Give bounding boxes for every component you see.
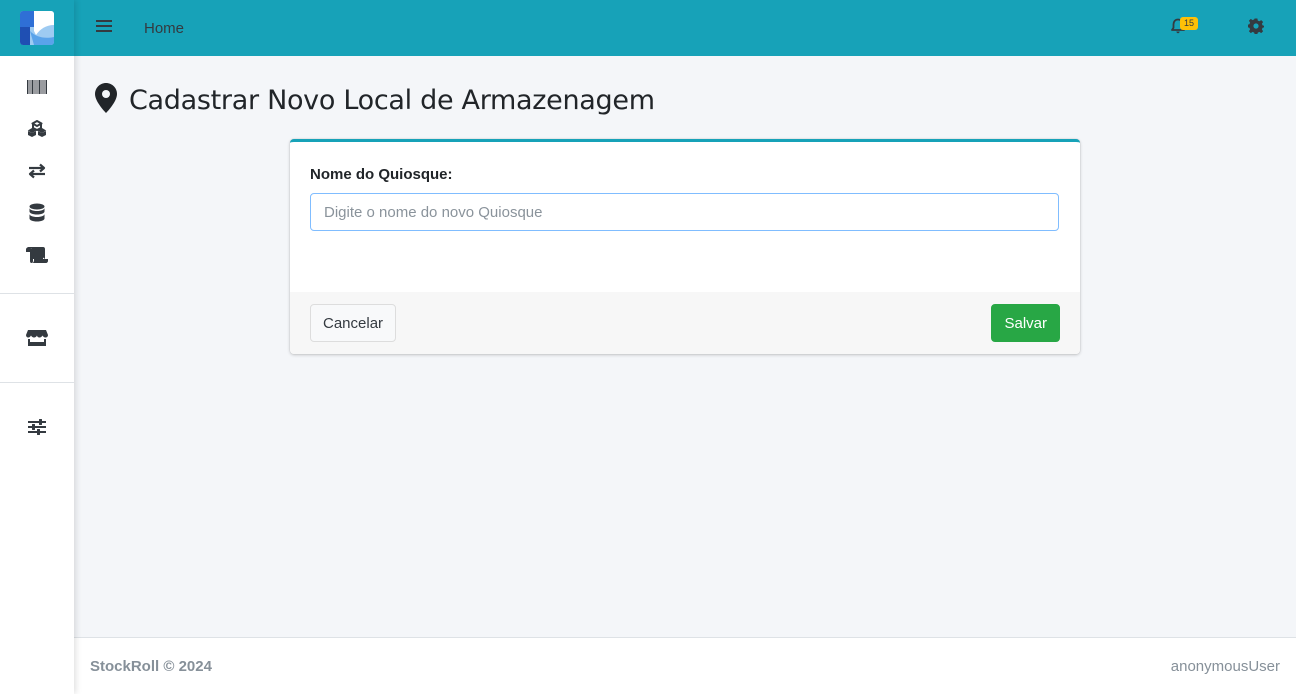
map-marker-icon [95, 83, 117, 118]
main-content: Cadastrar Novo Local de Armazenagem Nome… [74, 56, 1296, 637]
sidebar-item-cubes[interactable] [0, 108, 74, 150]
sidebar-item-store[interactable] [0, 317, 74, 359]
notifications-button[interactable]: 15 [1153, 0, 1203, 56]
topbar: Home 15 [74, 0, 1296, 56]
card-footer: Cancelar Salvar [290, 292, 1080, 354]
cubes-icon [27, 120, 47, 138]
sidebar-item-exchange[interactable] [0, 150, 74, 192]
footer: StockRoll © 2024 anonymousUser [74, 637, 1296, 694]
card-body: Nome do Quiosque: [290, 142, 1080, 292]
app-logo[interactable] [20, 11, 54, 45]
notifications-badge: 15 [1180, 17, 1199, 30]
home-link[interactable]: Home [144, 20, 184, 37]
kiosk-name-label: Nome do Quiosque: [310, 166, 453, 183]
topbar-actions: 15 [1153, 0, 1296, 56]
kiosk-name-input[interactable] [310, 193, 1059, 231]
form-card: Nome do Quiosque: Cancelar Salvar [290, 139, 1080, 354]
sidebar-item-barcode[interactable] [0, 66, 74, 108]
barcode-icon [27, 79, 47, 95]
page-header: Cadastrar Novo Local de Armazenagem [74, 56, 1296, 118]
cancel-button[interactable]: Cancelar [310, 304, 397, 342]
sidebar [0, 0, 74, 694]
menu-toggle-button[interactable] [74, 0, 134, 56]
store-icon [26, 329, 48, 347]
sliders-icon [28, 419, 46, 435]
footer-copyright: StockRoll © 2024 [90, 657, 212, 675]
settings-button[interactable] [1231, 0, 1281, 56]
sidebar-item-database[interactable] [0, 192, 74, 234]
scroll-icon [26, 246, 48, 264]
save-button[interactable]: Salvar [991, 304, 1060, 342]
hamburger-icon [96, 19, 112, 38]
page-title: Cadastrar Novo Local de Armazenagem [129, 85, 655, 116]
gear-icon [1248, 18, 1264, 39]
sidebar-item-settings[interactable] [0, 406, 74, 448]
database-icon [29, 203, 45, 223]
sidebar-item-scroll[interactable] [0, 234, 74, 276]
brand[interactable] [0, 0, 74, 56]
exchange-icon [28, 163, 46, 179]
footer-user: anonymousUser [1170, 657, 1280, 675]
